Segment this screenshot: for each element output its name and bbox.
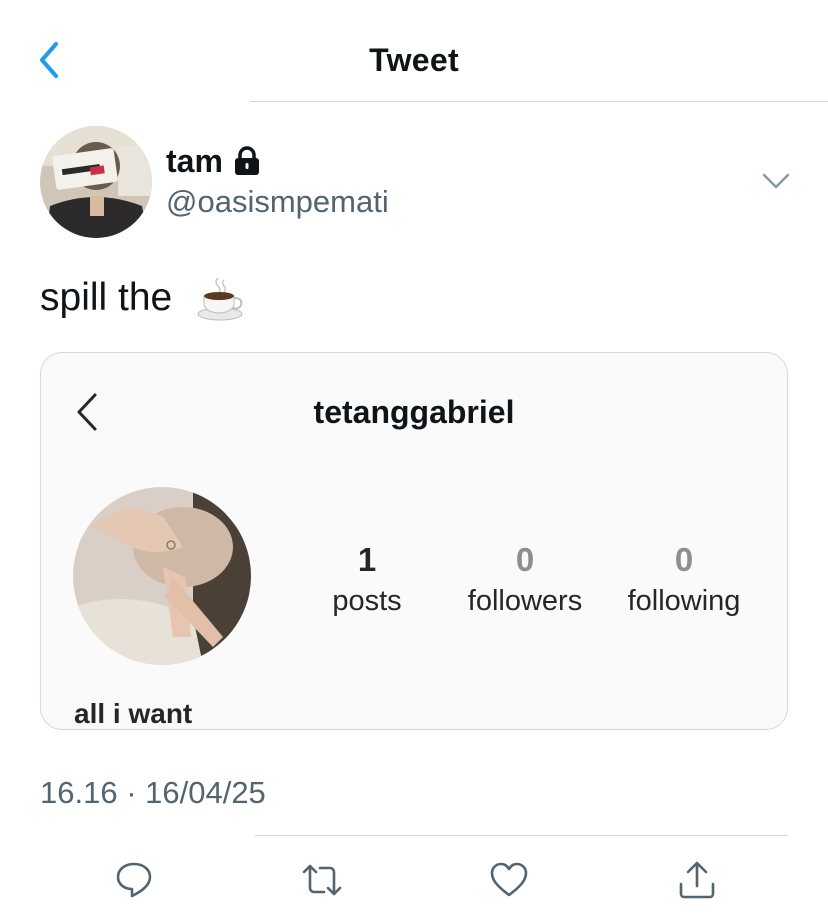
ig-bio-name: all i want [74,698,193,729]
share-button[interactable] [675,858,719,902]
reply-icon [116,862,152,898]
author-avatar[interactable] [40,126,152,238]
retweet-button[interactable] [300,858,344,902]
lock-icon [233,146,261,176]
coffee-icon [194,274,246,322]
embedded-image-card[interactable]: tetanggabriel 1 posts 0 followers 0 foll… [40,352,788,730]
ig-stat-label: following [627,585,741,617]
ig-stat-posts: 1 posts [287,541,447,619]
ig-username: tetanggabriel [313,394,515,430]
author-handle: @oasismpemati [166,184,389,219]
author-name-row: tam [166,142,261,180]
share-icon [679,861,715,899]
tweet-text: spill the [40,274,246,322]
author-display-name: tam [166,143,223,179]
header-divider [250,101,828,102]
ig-stat-label: followers [467,585,583,617]
footer-divider [255,835,788,836]
ig-stat-value: 0 [515,541,535,578]
ig-stat-value: 1 [357,541,377,578]
chevron-down-icon [762,173,790,189]
more-options-button[interactable] [760,168,792,194]
ig-stat-following: 0 following [604,541,764,619]
ig-stat-value: 0 [674,541,694,578]
reply-button[interactable] [112,858,156,902]
ig-stat-followers: 0 followers [445,541,605,619]
heart-icon [490,862,528,897]
tweet-text-content: spill the [40,276,173,319]
page-title: Tweet [369,42,459,78]
ig-stat-label: posts [332,585,402,617]
tweet-timestamp: 16.16 · 16/04/25 [40,775,266,810]
like-button[interactable] [487,858,531,902]
ig-avatar [73,487,251,665]
retweet-icon [302,864,342,896]
